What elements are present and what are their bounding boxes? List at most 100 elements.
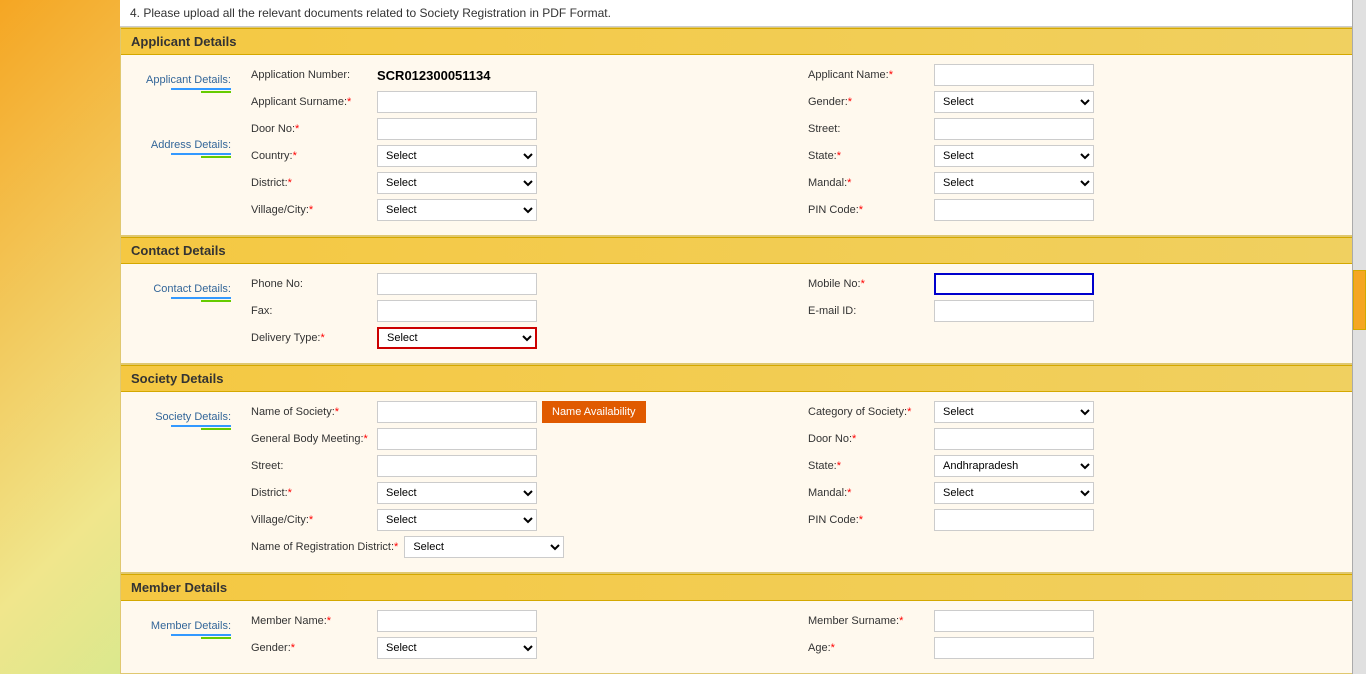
country-select[interactable]: Select India bbox=[377, 145, 537, 167]
row-gbm-door: General Body Meeting:* Door No:* bbox=[251, 428, 1355, 450]
street-group: Street: bbox=[808, 118, 1355, 140]
state-label: State:* bbox=[808, 150, 928, 162]
phone-input[interactable] bbox=[377, 273, 537, 295]
member-surname-label: Member Surname:* bbox=[808, 615, 928, 627]
applicant-name-input[interactable] bbox=[934, 64, 1094, 86]
mobile-input[interactable] bbox=[934, 273, 1094, 295]
email-input[interactable] bbox=[934, 300, 1094, 322]
country-group: Country:* Select India bbox=[251, 145, 798, 167]
soc-pin-label: PIN Code:* bbox=[808, 514, 928, 526]
society-details-section: Society Details Society Details: Name of… bbox=[120, 364, 1366, 573]
soc-street-input[interactable] bbox=[377, 455, 537, 477]
village-group: Village/City:* Select bbox=[251, 199, 798, 221]
application-number-value: SCR012300051134 bbox=[377, 68, 491, 83]
application-number-group: Application Number: SCR012300051134 bbox=[251, 68, 798, 83]
soc-state-label: State:* bbox=[808, 460, 928, 472]
society-details-body: Society Details: Name of Society:* Name … bbox=[121, 392, 1365, 572]
delivery-type-select[interactable]: Select Post Hand Delivery bbox=[377, 327, 537, 349]
member-name-input[interactable] bbox=[377, 610, 537, 632]
contact-details-body: Contact Details: Phone No: Mobile No:* bbox=[121, 264, 1365, 363]
fax-input[interactable] bbox=[377, 300, 537, 322]
applicant-surname-input[interactable] bbox=[377, 91, 537, 113]
district-group: District:* Select bbox=[251, 172, 798, 194]
door-no-input[interactable] bbox=[377, 118, 537, 140]
soc-village-group: Village/City:* Select bbox=[251, 509, 798, 531]
village-select[interactable]: Select bbox=[377, 199, 537, 221]
scrollbar[interactable] bbox=[1352, 0, 1366, 674]
row-society-name-category: Name of Society:* Name Availability Cate… bbox=[251, 401, 1355, 423]
application-number-label: Application Number: bbox=[251, 69, 371, 81]
soc-pin-input[interactable] bbox=[934, 509, 1094, 531]
member-age-label: Age:* bbox=[808, 642, 928, 654]
state-select[interactable]: Select bbox=[934, 145, 1094, 167]
member-gender-label: Gender:* bbox=[251, 642, 371, 654]
member-details-body: Member Details: Member Name:* Member Sur… bbox=[121, 601, 1365, 673]
row-soc-district-mandal: District:* Select Mandal:* Select bbox=[251, 482, 1355, 504]
email-group: E-mail ID: bbox=[808, 300, 1355, 322]
society-name-input[interactable] bbox=[377, 401, 537, 423]
member-form-fields: Member Name:* Member Surname:* Gender:* … bbox=[241, 606, 1365, 668]
door-no-group: Door No:* bbox=[251, 118, 798, 140]
row-fax-email: Fax: E-mail ID: bbox=[251, 300, 1355, 322]
row-member-gender-age: Gender:* Select Male Female Age:* bbox=[251, 637, 1355, 659]
pin-input[interactable] bbox=[934, 199, 1094, 221]
mandal-select[interactable]: Select bbox=[934, 172, 1094, 194]
member-age-input[interactable] bbox=[934, 637, 1094, 659]
top-notice: 4. Please upload all the relevant docume… bbox=[120, 0, 1366, 27]
door-no-label: Door No:* bbox=[251, 123, 371, 135]
row-soc-street-state: Street: State:* Andhrapradesh bbox=[251, 455, 1355, 477]
soc-mandal-select[interactable]: Select bbox=[934, 482, 1094, 504]
contact-details-sidebar: Contact Details: bbox=[121, 275, 241, 310]
member-surname-input[interactable] bbox=[934, 610, 1094, 632]
soc-mandal-label: Mandal:* bbox=[808, 487, 928, 499]
soc-village-select[interactable]: Select bbox=[377, 509, 537, 531]
row-soc-village-pin: Village/City:* Select PIN Code:* bbox=[251, 509, 1355, 531]
row-surname-gender: Applicant Surname:* Gender:* Select Male… bbox=[251, 91, 1355, 113]
row-district-mandal: District:* Select Mandal:* Select bbox=[251, 172, 1355, 194]
soc-street-label: Street: bbox=[251, 460, 371, 472]
category-label: Category of Society:* bbox=[808, 406, 928, 418]
reg-district-select[interactable]: Select bbox=[404, 536, 564, 558]
street-label: Street: bbox=[808, 123, 928, 135]
country-label: Country:* bbox=[251, 150, 371, 162]
applicant-details-sidebar: Applicant Details: bbox=[121, 66, 241, 101]
soc-door-input[interactable] bbox=[934, 428, 1094, 450]
row-village-pin: Village/City:* Select PIN Code:* bbox=[251, 199, 1355, 221]
soc-door-group: Door No:* bbox=[808, 428, 1355, 450]
name-availability-button[interactable]: Name Availability bbox=[542, 401, 646, 423]
soc-pin-group: PIN Code:* bbox=[808, 509, 1355, 531]
mandal-group: Mandal:* Select bbox=[808, 172, 1355, 194]
email-label: E-mail ID: bbox=[808, 305, 928, 317]
society-name-group: Name of Society:* Name Availability bbox=[251, 401, 798, 423]
row-phone-mobile: Phone No: Mobile No:* bbox=[251, 273, 1355, 295]
applicant-surname-group: Applicant Surname:* bbox=[251, 91, 798, 113]
pin-label: PIN Code:* bbox=[808, 204, 928, 216]
gbm-input[interactable] bbox=[377, 428, 537, 450]
delivery-label: Delivery Type:* bbox=[251, 332, 371, 344]
district-select[interactable]: Select bbox=[377, 172, 537, 194]
pin-group: PIN Code:* bbox=[808, 199, 1355, 221]
applicant-details-section: Applicant Details Applicant Details: Add… bbox=[120, 27, 1366, 236]
row-door-street: Door No:* Street: bbox=[251, 118, 1355, 140]
member-name-group: Member Name:* bbox=[251, 610, 798, 632]
row-appnum-appname: Application Number: SCR012300051134 Appl… bbox=[251, 64, 1355, 86]
society-name-label: Name of Society:* bbox=[251, 406, 371, 418]
state-group: State:* Select bbox=[808, 145, 1355, 167]
soc-district-select[interactable]: Select bbox=[377, 482, 537, 504]
mobile-label: Mobile No:* bbox=[808, 278, 928, 290]
category-select[interactable]: Select bbox=[934, 401, 1094, 423]
member-surname-group: Member Surname:* bbox=[808, 610, 1355, 632]
street-input[interactable] bbox=[934, 118, 1094, 140]
phone-group: Phone No: bbox=[251, 273, 798, 295]
category-group: Category of Society:* Select bbox=[808, 401, 1355, 423]
member-details-sidebar: Member Details: bbox=[121, 612, 241, 647]
address-details-sidebar: Address Details: bbox=[121, 131, 241, 166]
member-name-label: Member Name:* bbox=[251, 615, 371, 627]
row-member-name-surname: Member Name:* Member Surname:* bbox=[251, 610, 1355, 632]
member-gender-select[interactable]: Select Male Female bbox=[377, 637, 537, 659]
scrollbar-thumb[interactable] bbox=[1353, 270, 1366, 330]
gbm-label: General Body Meeting:* bbox=[251, 433, 371, 445]
soc-state-select[interactable]: Andhrapradesh bbox=[934, 455, 1094, 477]
gender-select[interactable]: Select Male Female bbox=[934, 91, 1094, 113]
row-reg-district: Name of Registration District:* Select bbox=[251, 536, 1355, 558]
